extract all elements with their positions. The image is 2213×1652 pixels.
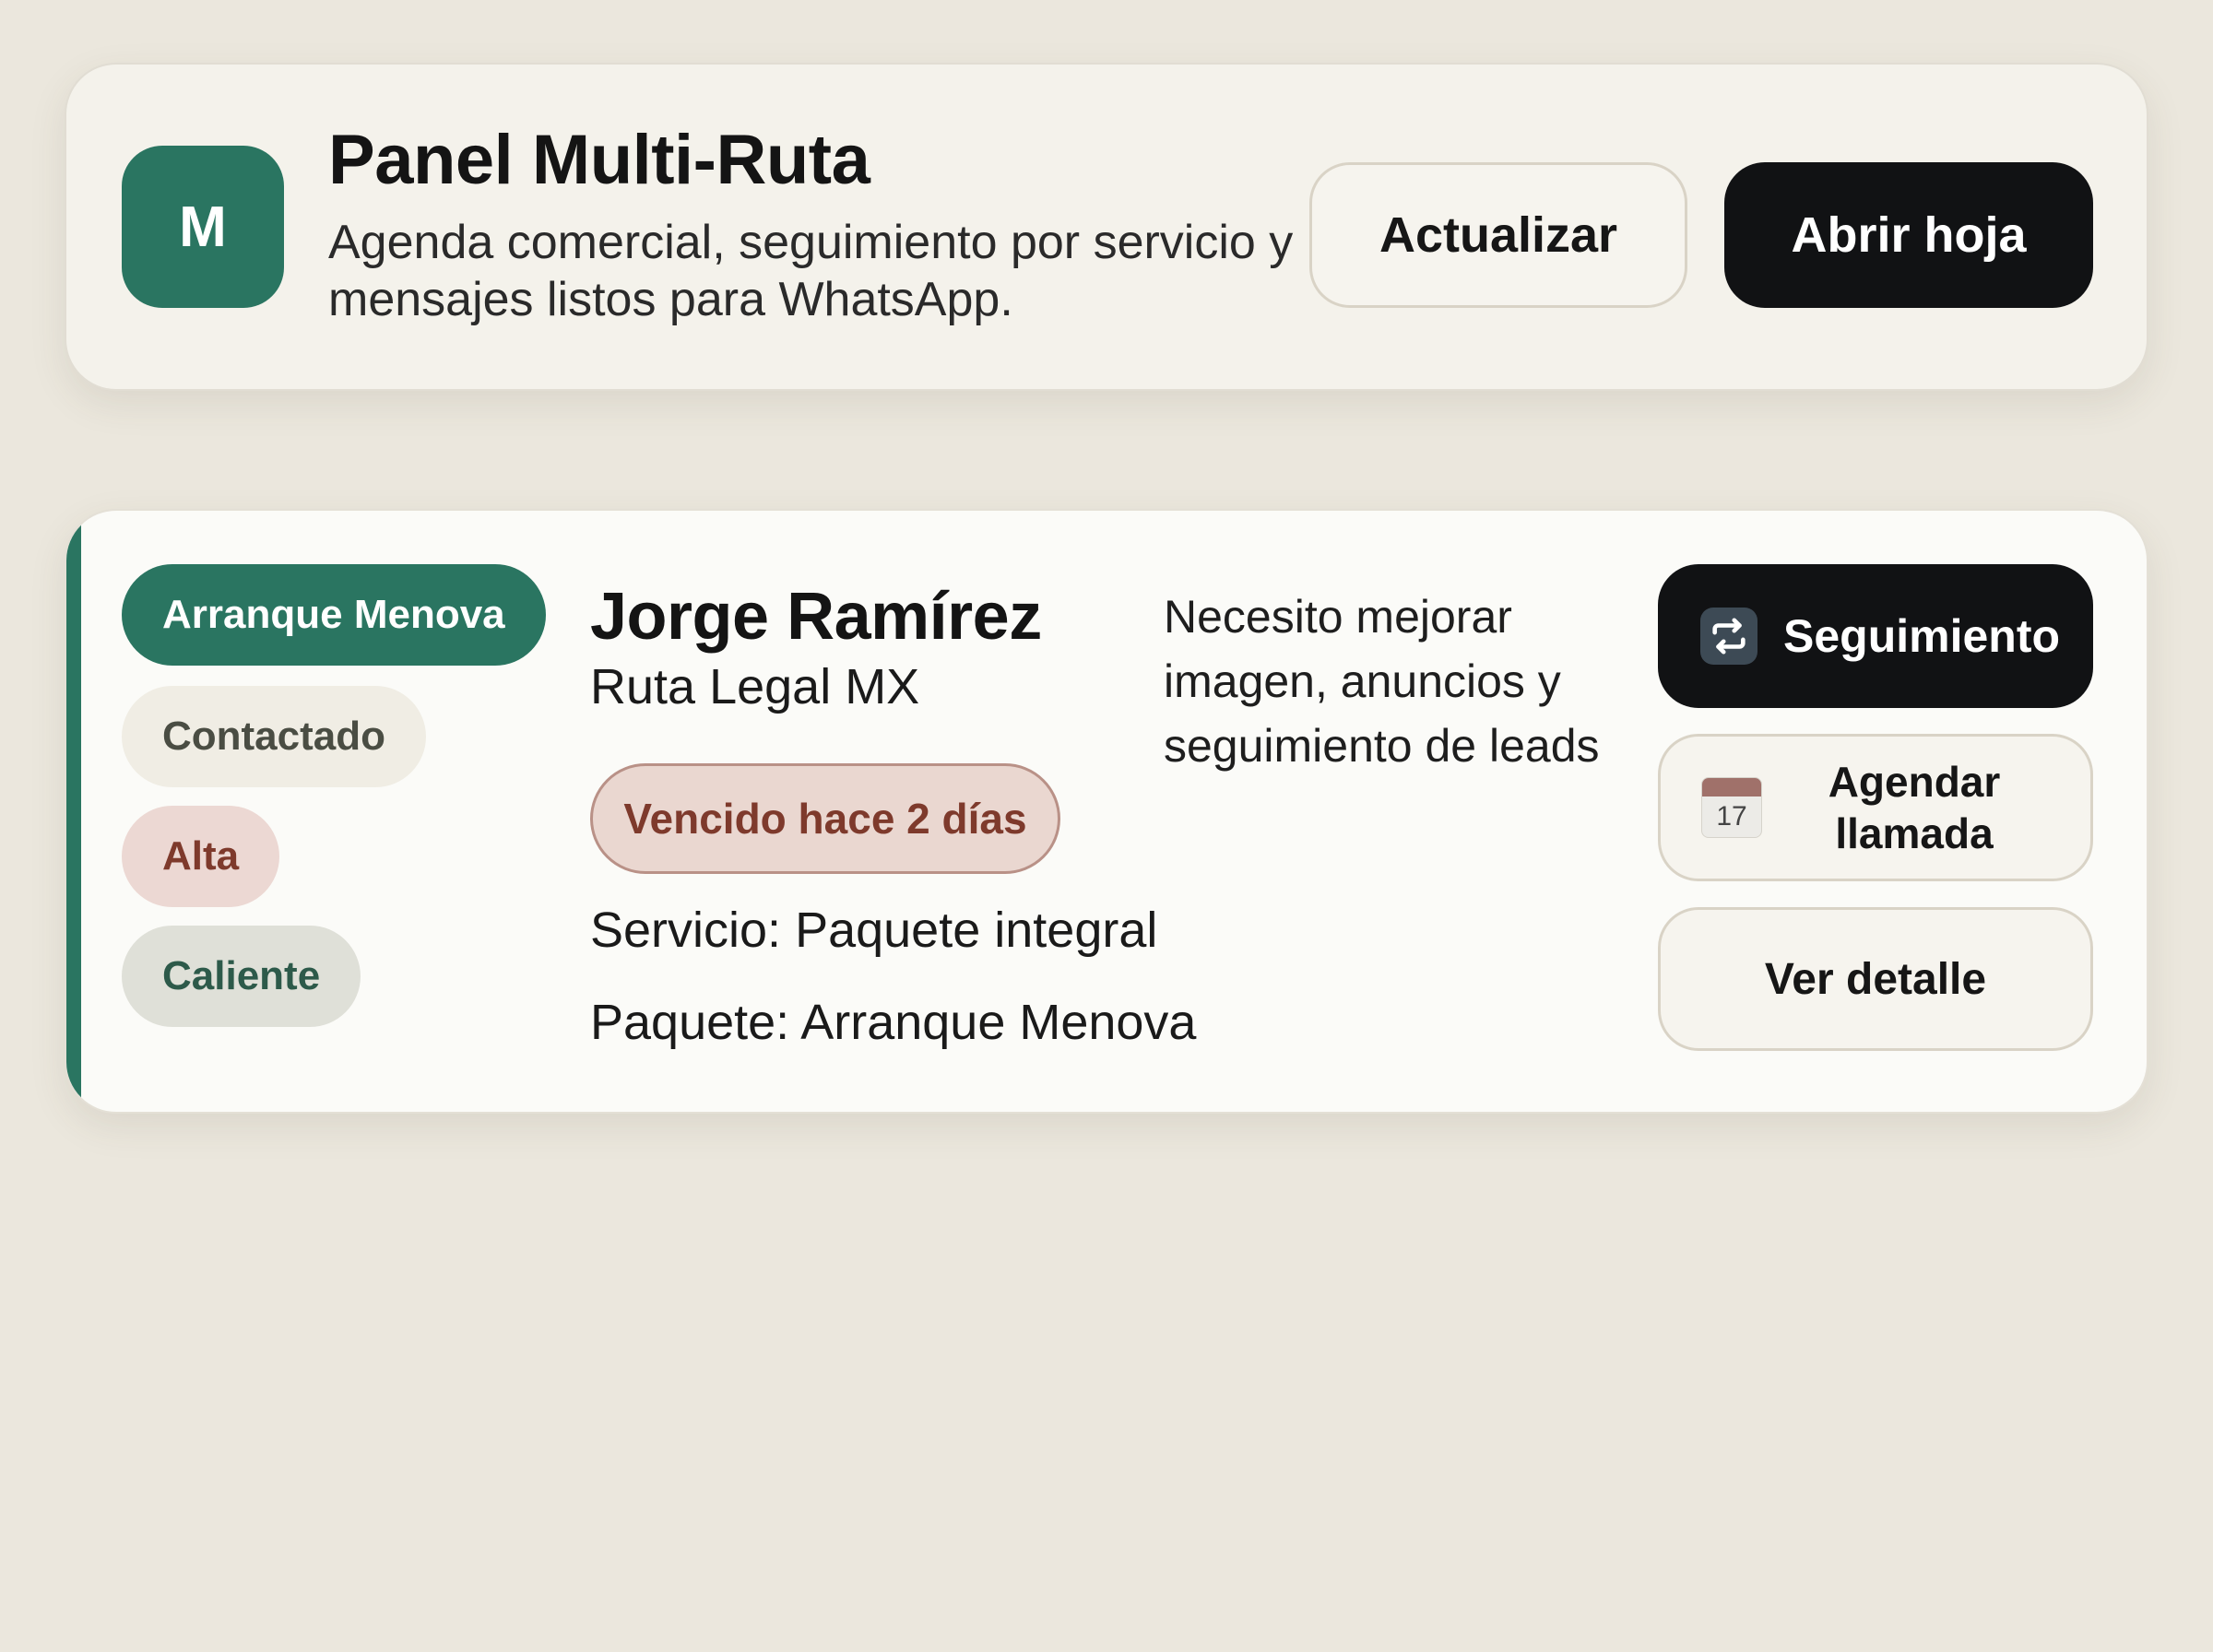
lead-accent-bar [66, 511, 81, 1112]
open-sheet-button[interactable]: Abrir hoja [1724, 162, 2093, 308]
calendar-day-number: 17 [1716, 801, 1747, 832]
refresh-button[interactable]: Actualizar [1309, 162, 1687, 308]
repeat-arrows-icon [1700, 608, 1757, 665]
schedule-call-label: Agendar llamada [1828, 758, 2001, 857]
header-card: M Panel Multi-Ruta Agenda comercial, seg… [65, 63, 2148, 391]
app-logo: M [122, 146, 284, 308]
schedule-call-button[interactable]: 17 Agendar llamada [1658, 734, 2093, 881]
temperature-badge: Caliente [122, 926, 361, 1027]
view-detail-button[interactable]: Ver detalle [1658, 907, 2093, 1051]
lead-card: Arranque Menova Contactado Alta Caliente… [65, 509, 2148, 1114]
page-title: Panel Multi-Ruta [328, 121, 870, 199]
lead-company: Ruta Legal MX [590, 659, 920, 714]
calendar-icon: 17 [1701, 777, 1762, 838]
lead-name: Jorge Ramírez [590, 580, 1042, 654]
follow-up-button[interactable]: Seguimiento [1658, 564, 2093, 708]
status-badge: Contactado [122, 686, 426, 787]
priority-badge: Alta [122, 806, 280, 907]
follow-up-label: Seguimiento [1783, 610, 2061, 662]
page-subtitle: Agenda comercial, seguimiento por servic… [328, 216, 1294, 326]
lead-need-note: Necesito mejorar imagen, anuncios y segu… [1164, 591, 1600, 772]
service-line: Servicio: Paquete integral [590, 903, 1158, 958]
package-line: Paquete: Arranque Menova [590, 995, 1197, 1050]
package-tag: Arranque Menova [122, 564, 546, 666]
overdue-badge: Vencido hace 2 días [590, 763, 1060, 874]
